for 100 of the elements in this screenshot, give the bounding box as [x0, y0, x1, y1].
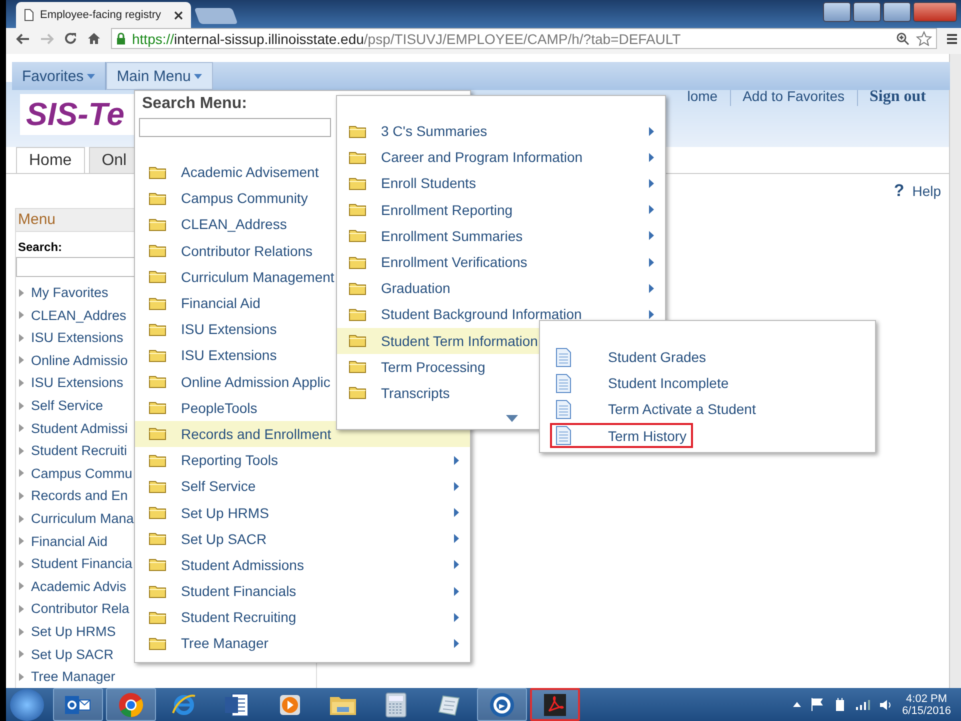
menu-icon[interactable]	[947, 32, 957, 45]
nav-menu[interactable]: Main Menu	[106, 62, 213, 90]
menu-link[interactable]: Student Financia	[31, 556, 132, 572]
menu-item[interactable]: Graduation	[337, 275, 665, 302]
menu-link[interactable]: Set Up HRMS	[31, 624, 116, 640]
menu-item[interactable]: Career and Program Information	[337, 144, 665, 170]
menu-link[interactable]: CLEAN_Addres	[31, 308, 126, 323]
menu-item[interactable]: Student Recruiting	[135, 604, 470, 630]
up-arrow-icon[interactable]	[793, 702, 802, 707]
reload-icon[interactable]	[64, 32, 77, 46]
menu-item[interactable]: Tree Manager	[135, 630, 470, 657]
header-link[interactable]: Add to Favorites	[730, 88, 857, 106]
menu-item[interactable]: 3 C's Summaries	[337, 118, 665, 144]
menu-link[interactable]: Contributor Rela	[31, 601, 130, 616]
menu-link[interactable]: Self Service	[31, 398, 104, 414]
menu-link[interactable]: My Favorites	[31, 285, 108, 300]
browser-tab[interactable]: Employee-facing registry	[16, 2, 191, 28]
minimize-button[interactable]	[853, 2, 881, 22]
triangle-icon[interactable]	[19, 628, 24, 636]
menu-item[interactable]: Enrollment Summaries	[337, 222, 665, 249]
menu-link[interactable]: ISU Extensions	[31, 375, 124, 390]
mail-icon	[65, 694, 91, 716]
menu-link[interactable]: Online Admissio	[31, 352, 128, 368]
triangle-icon[interactable]	[19, 672, 24, 681]
display-button[interactable]	[823, 2, 851, 22]
calculator-icon	[385, 692, 407, 718]
clock[interactable]: 4:02 PM 6/15/2016	[902, 692, 951, 716]
folder-icon	[149, 270, 166, 284]
menu-link[interactable]: Tree Manager	[31, 669, 116, 684]
menu-link[interactable]: Student Admissi	[31, 420, 128, 436]
menu-link[interactable]: Curriculum Mana	[31, 511, 134, 526]
menu-link[interactable]: Records and En	[31, 488, 128, 504]
home-icon[interactable]	[87, 32, 101, 46]
device-icon[interactable]	[834, 698, 846, 712]
help-link[interactable]: ? Help	[894, 181, 941, 202]
triangle-icon[interactable]	[19, 537, 24, 546]
scroll-down-icon[interactable]	[506, 415, 518, 422]
triangle-icon[interactable]	[19, 650, 24, 658]
triangle-icon[interactable]	[19, 311, 24, 320]
triangle-icon[interactable]	[19, 288, 24, 297]
header-link[interactable]: Sign out	[856, 88, 938, 106]
menu-item[interactable]: Self Service	[135, 473, 470, 500]
triangle-icon[interactable]	[19, 492, 24, 500]
star-icon[interactable]	[916, 31, 932, 46]
triangle-icon[interactable]	[19, 424, 24, 432]
document-icon	[556, 426, 571, 446]
taskbar-button[interactable]	[530, 688, 580, 721]
menu-item[interactable]: Set Up SACR	[135, 526, 470, 552]
flag-icon[interactable]	[811, 698, 824, 711]
page-tab[interactable]: Home	[16, 147, 85, 174]
triangle-icon[interactable]	[19, 334, 24, 342]
menu-link[interactable]: Academic Advis	[31, 578, 126, 594]
menu-item[interactable]: Set Up HRMS	[135, 499, 470, 526]
menu-item[interactable]: Student Background Information	[337, 301, 665, 328]
new-tab-button[interactable]	[194, 8, 238, 24]
speaker-icon[interactable]	[880, 698, 892, 710]
triangle-icon[interactable]	[19, 604, 24, 613]
menu-item[interactable]: Enrollment Verifications	[337, 248, 665, 276]
triangle-icon[interactable]	[19, 446, 24, 455]
zoom-icon[interactable]	[896, 32, 910, 46]
menu-item[interactable]: Student Admissions	[135, 552, 470, 578]
triangle-icon[interactable]	[19, 356, 24, 364]
folder-icon	[149, 401, 166, 414]
close-icon[interactable]	[174, 10, 183, 20]
menu-item[interactable]: Student Financials	[135, 578, 470, 604]
menu-item[interactable]: Enrollment Reporting	[337, 196, 665, 223]
menu-item[interactable]: Term History	[550, 423, 693, 448]
menu-link[interactable]: Financial Aid	[31, 534, 108, 549]
menu-item[interactable]: Term Activate a Student	[550, 396, 762, 422]
address-field[interactable]: https://internal-sissup.illinoisstate.edu/psp/TISUVJ/EMPLOYEE/CAMP/h/?tab=DEFAULT	[111, 28, 937, 50]
menu-link[interactable]: Set Up SACR	[31, 646, 114, 662]
triangle-icon[interactable]	[19, 582, 24, 590]
taskbar-button[interactable]	[477, 688, 527, 721]
folder-icon	[349, 229, 366, 242]
close-button[interactable]	[913, 2, 957, 22]
signal-icon[interactable]	[856, 700, 870, 710]
header-link[interactable]: lome	[675, 88, 730, 106]
taskbar-button[interactable]	[106, 688, 156, 721]
start-button[interactable]	[10, 688, 44, 720]
menu-item[interactable]: Enroll Students	[337, 170, 665, 197]
menu-item[interactable]: Student Incomplete	[550, 370, 735, 396]
menu-link[interactable]: Campus Commu	[31, 466, 132, 481]
folder-icon	[349, 256, 366, 269]
menu-link[interactable]: ISU Extensions	[31, 330, 124, 346]
menu-item[interactable]: Reporting Tools	[135, 447, 470, 474]
folder-icon	[149, 506, 166, 520]
triangle-icon[interactable]	[19, 469, 24, 478]
scrollbar[interactable]	[949, 54, 961, 688]
folder-icon	[149, 322, 166, 336]
triangle-icon[interactable]	[19, 378, 24, 387]
chrome-icon	[118, 692, 144, 718]
maximize-button[interactable]	[883, 2, 911, 22]
triangle-icon[interactable]	[19, 560, 24, 568]
triangle-icon[interactable]	[19, 514, 24, 523]
triangle-icon[interactable]	[19, 402, 24, 410]
document-icon	[224, 692, 250, 716]
search-field[interactable]	[139, 118, 331, 137]
menu-link[interactable]: Student Recruiti	[31, 443, 128, 458]
taskbar-button[interactable]	[53, 688, 103, 721]
back-icon[interactable]	[16, 32, 30, 45]
